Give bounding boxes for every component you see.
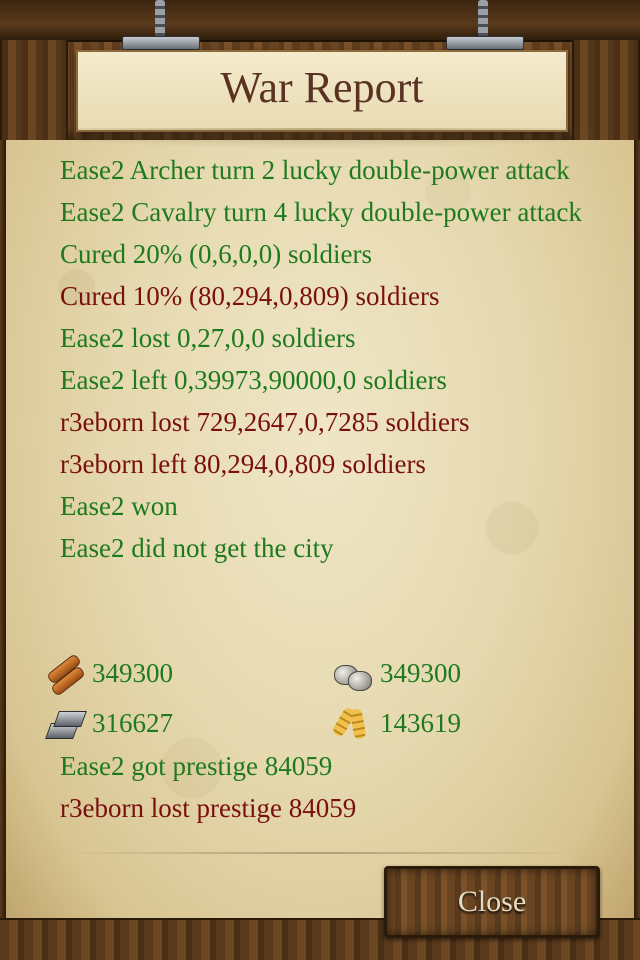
right-bracket [446,36,524,50]
close-button[interactable]: Close [384,866,600,938]
right-chain [478,0,488,40]
log-line: Ease2 won [60,491,178,521]
log-line: Cured 20% (0,6,0,0) soldiers [60,239,372,269]
stone-resource: 349300 [332,650,461,696]
war-report-screen: War Report Ease2 Archer turn 2 lucky dou… [0,0,640,960]
log-line: Ease2 Archer turn 2 lucky double-power a… [60,155,570,185]
prestige-line: r3eborn lost prestige 84059 [60,793,357,823]
left-wood-post [0,40,68,140]
log-line: r3eborn lost 729,2647,0,7285 soldiers [60,407,470,437]
left-bracket [122,36,200,50]
iron-icon [44,703,84,743]
wood-icon [44,653,84,693]
stone-value: 349300 [380,657,461,688]
iron-resource: 316627 [44,700,173,746]
food-value: 143619 [380,707,461,738]
wood-value: 349300 [92,657,173,688]
torn-paper-edge [0,128,640,150]
log-line: Ease2 lost 0,27,0,0 soldiers [60,323,356,353]
log-line: Ease2 Cavalry turn 4 lucky double-power … [60,197,582,227]
battle-log: Ease2 Archer turn 2 lucky double-power a… [60,150,600,570]
page-title: War Report [220,63,424,112]
left-chain [155,0,165,40]
food-icon [332,703,372,743]
resource-row-2: 316627 143619 [44,700,604,746]
right-frame [634,140,640,960]
top-wood-beam [0,0,640,42]
food-resource: 143619 [332,700,461,746]
title-board: War Report [76,50,568,132]
right-wood-post [572,40,640,140]
wood-resource: 349300 [44,650,173,696]
log-line: Ease2 did not get the city [60,533,334,563]
prestige-line: Ease2 got prestige 84059 [60,751,333,781]
stone-icon [332,653,372,693]
log-line: Ease2 left 0,39973,90000,0 soldiers [60,365,447,395]
log-line: Cured 10% (80,294,0,809) soldiers [60,281,440,311]
left-frame [0,140,6,960]
prestige-log: Ease2 got prestige 84059 r3eborn lost pr… [60,746,600,830]
resource-row-1: 349300 349300 [44,650,604,696]
divider [60,852,580,854]
log-line: r3eborn left 80,294,0,809 soldiers [60,449,426,479]
iron-value: 316627 [92,707,173,738]
